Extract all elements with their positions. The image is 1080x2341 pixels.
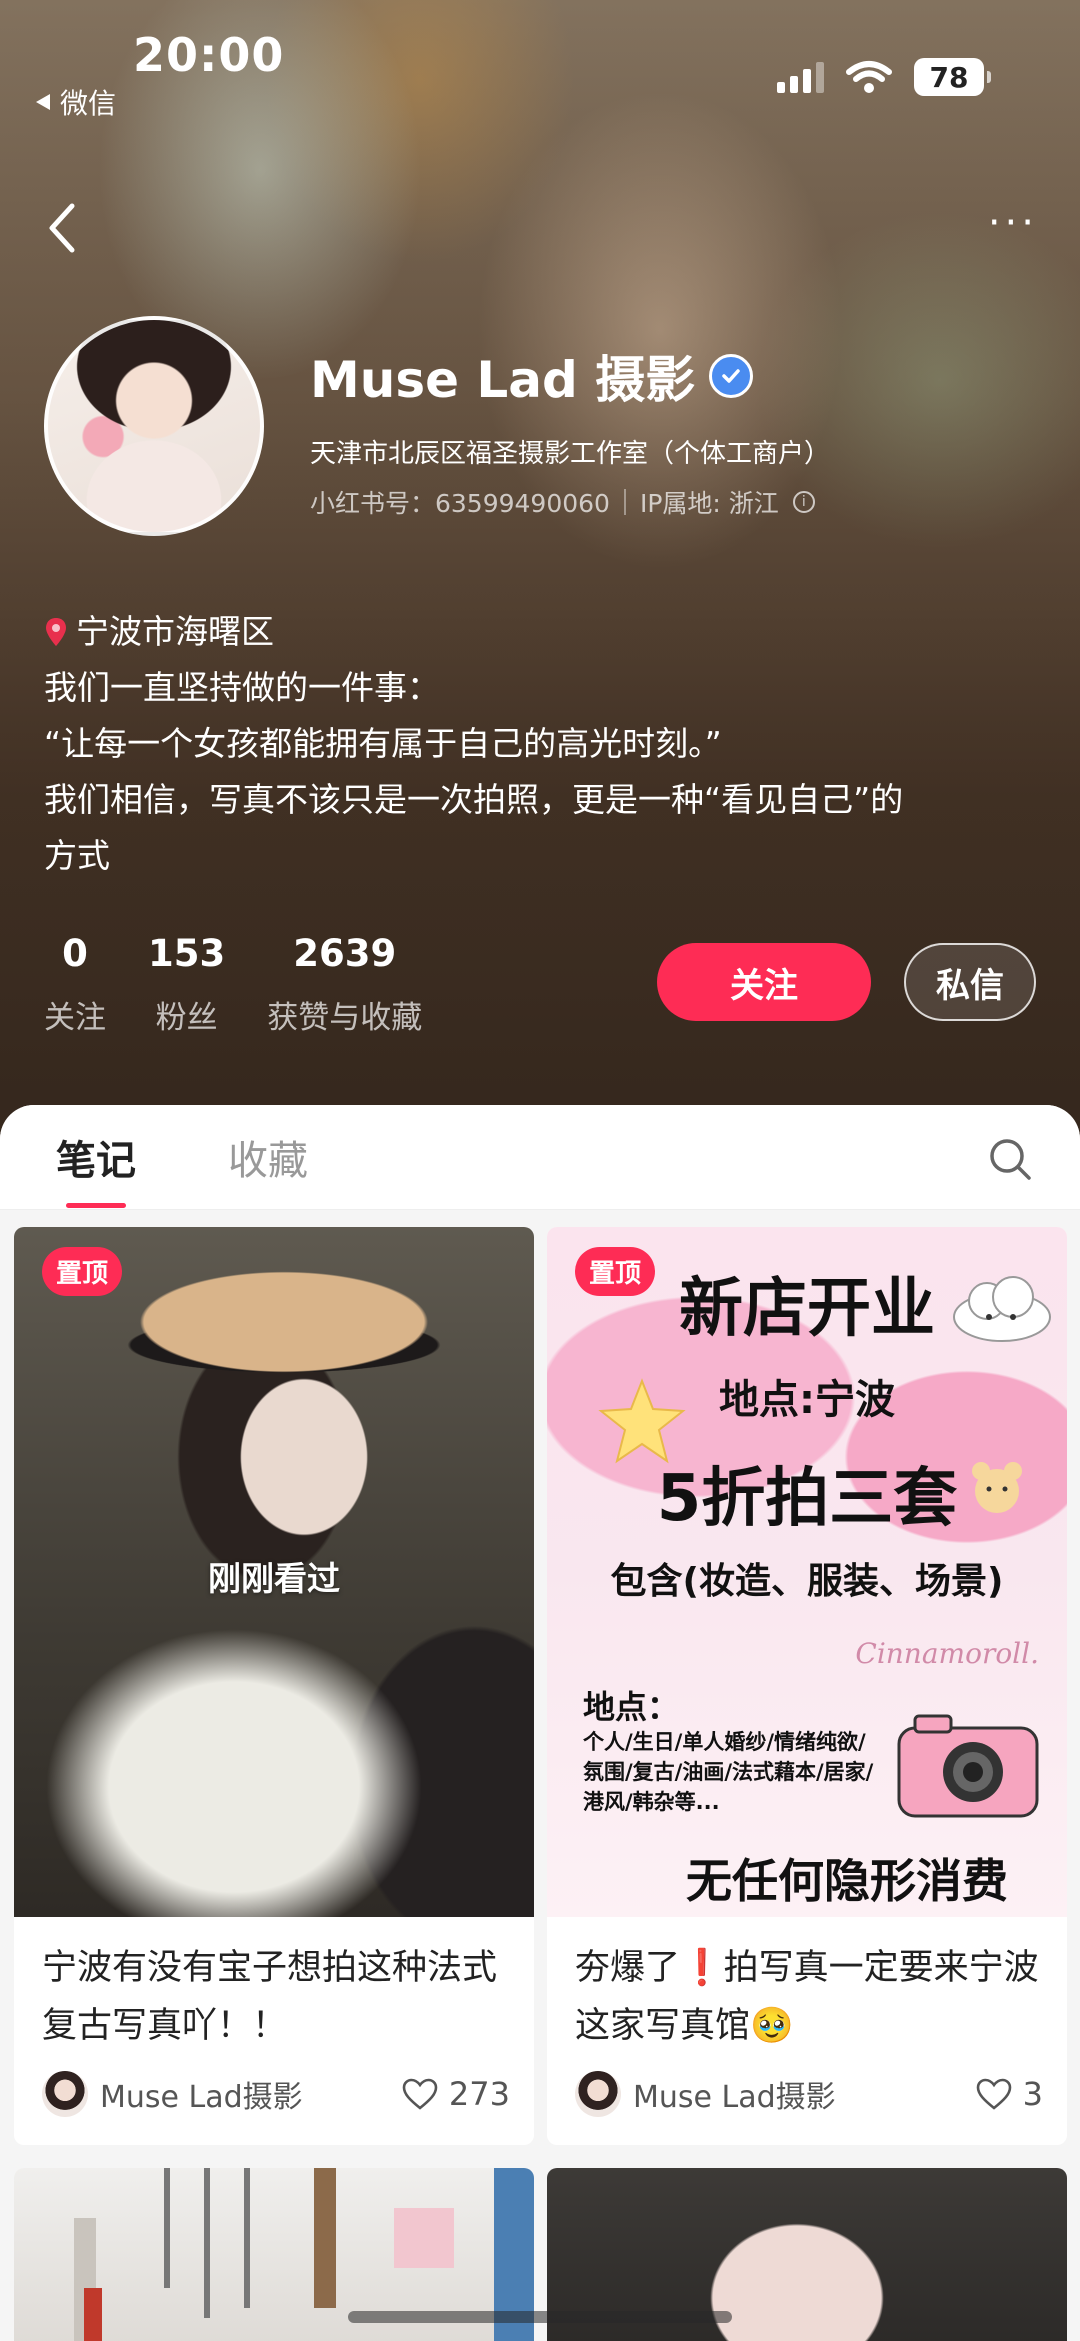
verified-icon [709, 354, 754, 398]
heart-icon [402, 2078, 438, 2110]
profile-subtitle: 天津市北辰区福圣摄影工作室（个体工商户） [310, 439, 831, 469]
note-footer: Muse Lad摄影 3 [575, 2069, 1043, 2119]
stat-likes-collects[interactable]: 2639 获赞与收藏 [267, 930, 422, 1037]
stat-followers[interactable]: 153 粉丝 [148, 930, 225, 1037]
note-author[interactable]: Muse Lad摄影 [42, 2071, 303, 2117]
bear-icon [972, 1462, 1022, 1513]
profile-id-line: 小红书号：63599490060 IP属地: 浙江 i [310, 484, 815, 520]
poster-footer: 无任何隐形消费 [686, 1854, 1008, 1908]
info-icon[interactable]: i [792, 491, 815, 513]
home-indicator[interactable] [348, 2311, 732, 2323]
heart-icon [976, 2078, 1011, 2110]
pin-icon [46, 618, 66, 646]
pinned-badge: 置顶 [575, 1247, 656, 1296]
author-name: Muse Lad摄影 [100, 2080, 303, 2115]
like-count: 3 [1022, 2075, 1043, 2113]
follow-button[interactable]: 关注 [657, 943, 871, 1021]
note-title: 宁波有没有宝子想拍这种法式复古写真吖！！ [42, 1948, 498, 2046]
more-icon[interactable]: ··· [988, 203, 1038, 243]
author-name: Muse Lad摄影 [633, 2080, 836, 2115]
stat-following[interactable]: 0 关注 [44, 930, 106, 1037]
tab-collections[interactable]: 收藏 [228, 1128, 308, 1186]
profile-stats: 0 关注 153 粉丝 2639 获赞与收藏 [44, 930, 422, 1037]
stat-label: 获赞与收藏 [267, 1000, 423, 1036]
note-card[interactable]: 置顶 新店开业 地点:宁波 5折拍三套 包含(妆造、服装、场景) Cinnamo… [547, 1227, 1067, 2145]
bio-line: 我们相信，写真不该只是一次拍照，更是一种“看见自己”的 [44, 780, 904, 819]
note-card[interactable]: 置顶 刚刚看过 宁波有没有宝子想拍这种法式复古写真吖！！ Muse Lad摄影 … [14, 1227, 534, 2145]
bio-location: 宁波市海曙区 [44, 604, 1044, 660]
pinned-badge: 置顶 [42, 1247, 123, 1296]
author-avatar [42, 2071, 88, 2117]
stat-number: 0 [62, 932, 88, 975]
profile-name: Muse Lad 摄影 [310, 351, 696, 409]
stat-number: 153 [148, 932, 226, 975]
like-button[interactable]: 273 [401, 2075, 510, 2113]
poster-brand: Cinnamoroll. [855, 1637, 1039, 1670]
back-to-app[interactable]: 微信 [34, 82, 116, 122]
author-avatar [575, 2071, 621, 2117]
status-icons: 78 [777, 58, 991, 96]
status-time: 20:00 [133, 28, 285, 82]
bio-line: 我们一直坚持做的一件事： [44, 668, 440, 707]
poster-list: 个人/生日/单人婚纱/情绪纯欲/氛围/复古/油画/法式藉本/居家/港风/韩杂等.… [583, 1730, 874, 1814]
recently-viewed-label: 刚刚看过 [208, 1559, 340, 1598]
poster-includes: 包含(妆造、服装、场景) [610, 1561, 1004, 1602]
poster-place: 地点:宁波 [719, 1377, 895, 1423]
profile-id: 小红书号：63599490060 [310, 489, 610, 518]
tab-bar: 笔记 收藏 [0, 1105, 1080, 1210]
note-footer: Muse Lad摄影 273 [42, 2069, 510, 2119]
divider [623, 489, 626, 515]
poster-location-label: 地点： [583, 1688, 680, 1726]
profile-name-row: Muse Lad 摄影 [310, 340, 754, 412]
ip-location: IP属地: 浙江 [639, 489, 779, 518]
profile-bio: 宁波市海曙区 我们一直坚持做的一件事： “让每一个女孩都能拥有属于自己的高光时刻… [44, 604, 1044, 884]
location-text: 宁波市海曙区 [76, 612, 274, 651]
back-icon[interactable] [42, 198, 82, 258]
stat-number: 2639 [293, 932, 397, 975]
wifi-icon [846, 61, 892, 93]
like-button[interactable]: 3 [975, 2075, 1043, 2113]
stat-label: 关注 [44, 1000, 106, 1036]
like-count: 273 [448, 2075, 510, 2113]
avatar[interactable] [44, 316, 264, 536]
note-title: 夯爆了❗️拍写真一定要来宁波这家写真馆🥹 [575, 1948, 1039, 2046]
notes-panel: 笔记 收藏 置顶 刚刚看过 宁波有没有宝子想拍这种法式复古写真吖！！ Muse … [0, 1105, 1080, 2341]
bio-line: “让每一个女孩都能拥有属于自己的高光时刻。” [44, 724, 722, 763]
battery-icon: 78 [914, 58, 991, 96]
camera-icon [897, 1714, 1039, 1818]
search-icon[interactable] [988, 1137, 1032, 1181]
tab-notes[interactable]: 笔记 [56, 1128, 136, 1208]
bio-line: 方式 [44, 836, 110, 875]
signal-icon [777, 61, 824, 93]
note-cover-image: 置顶 新店开业 地点:宁波 5折拍三套 包含(妆造、服装、场景) Cinnamo… [547, 1227, 1067, 1917]
triangle-left-icon [36, 94, 50, 110]
message-button[interactable]: 私信 [904, 943, 1036, 1021]
note-author[interactable]: Muse Lad摄影 [575, 2071, 836, 2117]
note-cover-image: 置顶 刚刚看过 [14, 1227, 534, 1917]
back-app-label: 微信 [60, 87, 117, 120]
stat-label: 粉丝 [155, 1000, 218, 1036]
